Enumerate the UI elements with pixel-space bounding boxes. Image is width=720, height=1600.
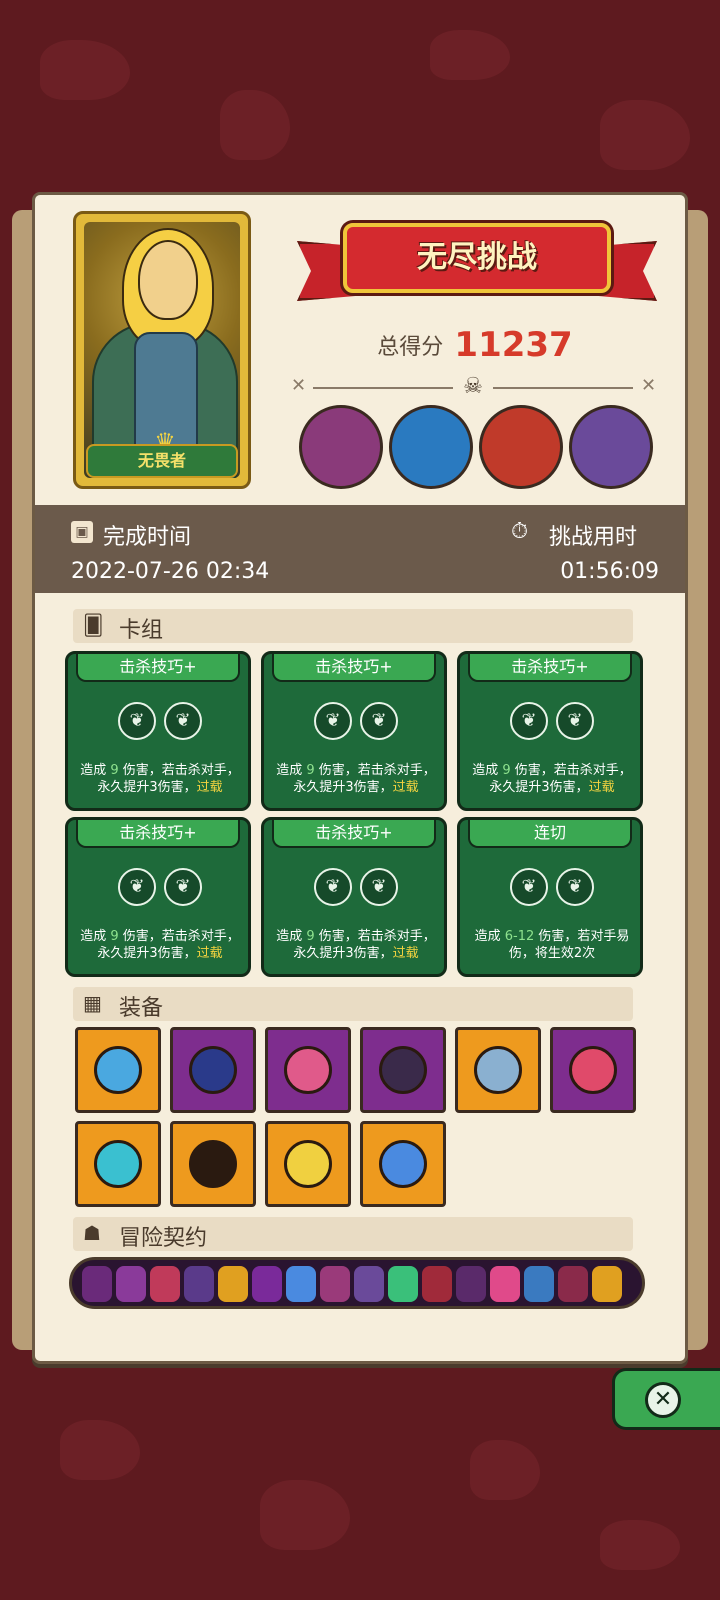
- completion-time-value: 2022-07-26 02:34: [71, 559, 270, 584]
- page-title: 无尽挑战: [417, 240, 537, 275]
- stopwatch-icon: ⏱: [511, 519, 529, 544]
- blue-slime-icon[interactable]: [360, 1121, 446, 1207]
- card-description: 造成 6-12 伤害，若对手易伤，将生效2次: [474, 929, 630, 961]
- energy-orb-icon: ❦: [164, 868, 202, 906]
- card-cost: ❦ ❦: [118, 702, 204, 742]
- skill-card[interactable]: 击杀技巧+ ❦ ❦ 造成 9 伤害，若击杀对手，永久提升3伤害，过载: [65, 817, 251, 977]
- blue-shield-icon[interactable]: [75, 1027, 161, 1113]
- contract-section-header: ☗ 冒险契约: [73, 1217, 633, 1251]
- card-description: 造成 9 伤害，若击杀对手，永久提升3伤害，过载: [276, 763, 436, 795]
- boss-list: [299, 405, 659, 491]
- card-cost: ❦ ❦: [118, 868, 204, 908]
- damage-value: 9: [110, 929, 119, 944]
- keyword: 过载: [196, 780, 223, 795]
- damage-value: 9: [306, 929, 315, 944]
- card-cost: ❦ ❦: [314, 868, 400, 908]
- equipment-section-header: ▦ 装备: [73, 987, 633, 1021]
- equipment-label: 装备: [119, 996, 164, 1021]
- crossed-swords-icon: ✕: [641, 375, 657, 396]
- stone-golem-boss-icon[interactable]: [299, 405, 383, 489]
- crossed-swords-icon: ✕: [291, 375, 307, 396]
- skill-card[interactable]: 击杀技巧+ ❦ ❦ 造成 9 伤害，若击杀对手，永久提升3伤害，过载: [457, 651, 643, 811]
- damage-value: 9: [502, 763, 511, 778]
- hero-card[interactable]: ♛ 无畏者: [73, 211, 251, 489]
- card-title: 击杀技巧+: [76, 654, 240, 682]
- card-title: 连切: [468, 820, 632, 848]
- cards-icon: 🂠: [83, 613, 104, 637]
- damage-value: 6-12: [504, 929, 535, 944]
- keyword: 过载: [196, 946, 223, 961]
- duration-value: 01:56:09: [560, 559, 659, 584]
- dark-armor-icon[interactable]: [360, 1027, 446, 1113]
- contract-strip[interactable]: [69, 1257, 645, 1309]
- card-description: 造成 9 伤害，若击杀对手，永久提升3伤害，过载: [472, 763, 632, 795]
- duration-label: 挑战用时: [549, 525, 638, 550]
- fire-demon-boss-icon[interactable]: [479, 405, 563, 489]
- hero-name: 无畏者: [86, 444, 238, 478]
- completion-time-label: 完成时间: [103, 525, 192, 550]
- card-title: 击杀技巧+: [76, 820, 240, 848]
- result-panel: ♛ 无畏者 无尽挑战 总得分 11237 ✕ ☠ ✕ ▣ 完成时间 ⏱ 挑战用时…: [32, 192, 688, 1364]
- person-icon: ☗: [83, 1221, 101, 1245]
- crimson-cloak-icon[interactable]: [550, 1027, 636, 1113]
- energy-orb-icon: ❦: [510, 868, 548, 906]
- energy-orb-icon: ❦: [360, 868, 398, 906]
- score-value: 11237: [454, 325, 573, 365]
- gold-crown-icon[interactable]: [265, 1121, 351, 1207]
- card-description: 造成 9 伤害，若击杀对手，永久提升3伤害，过载: [80, 763, 240, 795]
- close-icon: ✕: [645, 1382, 681, 1418]
- calendar-icon: ▣: [71, 521, 93, 543]
- energy-orb-icon: ❦: [314, 868, 352, 906]
- purple-dragon-boss-icon[interactable]: [569, 405, 653, 489]
- deck-label: 卡组: [119, 618, 164, 643]
- energy-orb-icon: ❦: [118, 702, 156, 740]
- skill-card[interactable]: 击杀技巧+ ❦ ❦ 造成 9 伤害，若击杀对手，永久提升3伤害，过载: [65, 651, 251, 811]
- flame-crest-icon[interactable]: [75, 1121, 161, 1207]
- card-cost: ❦ ❦: [510, 702, 596, 742]
- hero-portrait: ♛: [84, 222, 240, 478]
- deck-section-header: 🂠 卡组: [73, 609, 633, 643]
- horned-helmet-icon[interactable]: [170, 1027, 256, 1113]
- energy-orb-icon: ❦: [118, 868, 156, 906]
- war-horn-icon[interactable]: [455, 1027, 541, 1113]
- damage-value: 9: [110, 763, 119, 778]
- card-title: 击杀技巧+: [272, 654, 436, 682]
- time-info-bar: ▣ 完成时间 ⏱ 挑战用时 2022-07-26 02:34 01:56:09: [35, 505, 685, 593]
- energy-orb-icon: ❦: [360, 702, 398, 740]
- energy-orb-icon: ❦: [556, 702, 594, 740]
- box-icon: ▦: [83, 991, 102, 1015]
- energy-orb-icon: ❦: [510, 702, 548, 740]
- divider: [493, 387, 633, 389]
- energy-orb-icon: ❦: [556, 868, 594, 906]
- divider: [313, 387, 453, 389]
- keyword: 过载: [392, 780, 419, 795]
- card-cost: ❦ ❦: [510, 868, 596, 908]
- skull-icon: ☠: [463, 374, 483, 399]
- card-title: 击杀技巧+: [272, 820, 436, 848]
- energy-orb-icon: ❦: [314, 702, 352, 740]
- masked-shaman-boss-icon[interactable]: [389, 405, 473, 489]
- keyword: 过载: [588, 780, 615, 795]
- keyword: 过载: [392, 946, 419, 961]
- energy-orb-icon: ❦: [164, 702, 202, 740]
- card-title: 击杀技巧+: [468, 654, 632, 682]
- total-score: 总得分 11237: [335, 325, 615, 365]
- card-cost: ❦ ❦: [314, 702, 400, 742]
- card-description: 造成 9 伤害，若击杀对手，永久提升3伤害，过载: [276, 929, 436, 961]
- mushroom-cap-icon[interactable]: [265, 1027, 351, 1113]
- skill-card[interactable]: 击杀技巧+ ❦ ❦ 造成 9 伤害，若击杀对手，永久提升3伤害，过载: [261, 651, 447, 811]
- skill-card[interactable]: 连切 ❦ ❦ 造成 6-12 伤害，若对手易伤，将生效2次: [457, 817, 643, 977]
- close-button[interactable]: ✕: [612, 1368, 720, 1430]
- contract-label: 冒险契约: [119, 1226, 208, 1251]
- title-banner: 无尽挑战: [297, 215, 657, 311]
- damage-value: 9: [306, 763, 315, 778]
- skill-card[interactable]: 击杀技巧+ ❦ ❦ 造成 9 伤害，若击杀对手，永久提升3伤害，过载: [261, 817, 447, 977]
- shadow-mask-icon[interactable]: [170, 1121, 256, 1207]
- score-label: 总得分: [377, 335, 444, 360]
- card-description: 造成 9 伤害，若击杀对手，永久提升3伤害，过载: [80, 929, 240, 961]
